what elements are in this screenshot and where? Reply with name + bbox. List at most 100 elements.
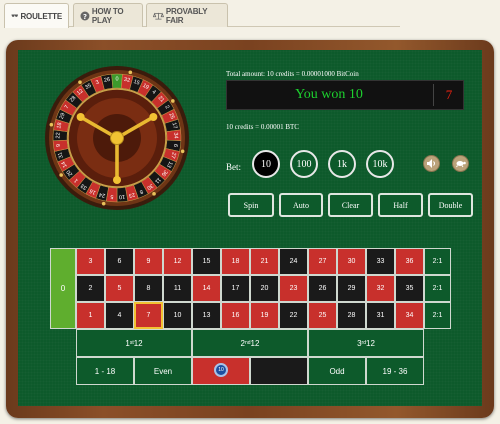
win-message: You won 10 xyxy=(295,87,363,102)
odd-bet[interactable]: Odd xyxy=(308,357,366,385)
bet-cell-2[interactable]: 2 xyxy=(76,275,105,302)
roulette-wheel: 0 32 15 19421225173462713361130823105241633… xyxy=(45,66,189,210)
bet-cell-27[interactable]: 27 xyxy=(308,248,337,275)
column-bet-2[interactable]: 2:1 xyxy=(424,275,451,302)
bet-cell-28[interactable]: 28 xyxy=(337,302,366,329)
half-button[interactable]: Half xyxy=(378,193,423,217)
bet-label: Bet: xyxy=(226,162,241,172)
bet-cell-4[interactable]: 4 xyxy=(105,302,134,329)
tab-roulette[interactable]: ROULETTE xyxy=(4,3,69,28)
bet-cell-35[interactable]: 35 xyxy=(395,275,424,302)
chip-10[interactable]: 10 xyxy=(252,150,280,178)
chip-100[interactable]: 100 xyxy=(290,150,318,178)
dozen-bet-2[interactable]: 2nd 12 xyxy=(192,329,308,357)
tab-bar: ROULETTE ? HOW TO PLAY PROVABLY FAIR xyxy=(0,0,500,28)
auto-button[interactable]: Auto xyxy=(279,193,323,217)
wheel-stud xyxy=(128,70,133,75)
chip-1k[interactable]: 1k xyxy=(328,150,356,178)
balance-scale-icon xyxy=(153,12,164,19)
wheel-number: 0 xyxy=(115,77,118,83)
red-bet[interactable]: 10 xyxy=(192,357,250,385)
bet-cell-31[interactable]: 31 xyxy=(366,302,395,329)
placed-chip: 10 xyxy=(214,363,228,377)
bet-cell-29[interactable]: 29 xyxy=(337,275,366,302)
bet-cell-24[interactable]: 24 xyxy=(279,248,308,275)
sound-button[interactable] xyxy=(423,155,440,172)
question-circle-icon: ? xyxy=(80,11,90,20)
bet-cell-17[interactable]: 17 xyxy=(221,275,250,302)
wheel-stud xyxy=(171,99,175,103)
even-bet[interactable]: Even xyxy=(134,357,192,385)
bet-cell-22[interactable]: 22 xyxy=(279,302,308,329)
speed-button[interactable] xyxy=(452,155,469,172)
wheel-stud xyxy=(152,192,156,196)
tab-label: PROVABLY FAIR xyxy=(165,6,208,25)
bet-cell-9[interactable]: 9 xyxy=(134,248,163,275)
turret-knob xyxy=(149,113,158,121)
wheel-number: 18 xyxy=(56,122,63,129)
roulette-board: 0 32 15 19 4 21 2 25 17 34 6 27 13 36 11 30 8 23 10 5 24 16 33… xyxy=(6,40,494,418)
bet-cell-19[interactable]: 19 xyxy=(250,302,279,329)
total-amount: Total amount: 10 credits = 0.00001000 Bi… xyxy=(226,70,359,78)
sunglasses-icon xyxy=(11,14,18,17)
bet-cell-14[interactable]: 14 xyxy=(192,275,221,302)
bet-cell-7[interactable]: 7 xyxy=(134,302,163,329)
bet-cell-36[interactable]: 36 xyxy=(395,248,424,275)
wheel-number: 32 xyxy=(123,77,130,84)
result-display: You won 10 7 xyxy=(226,80,464,110)
wheel-number: 22 xyxy=(55,132,61,138)
bet-cell-18[interactable]: 18 xyxy=(221,248,250,275)
tab-how-to-play[interactable]: ? HOW TO PLAY xyxy=(73,3,143,27)
chip-10k[interactable]: 10k xyxy=(366,150,394,178)
wheel-stud xyxy=(180,149,185,154)
bet-cell-30[interactable]: 30 xyxy=(337,248,366,275)
wheel-number: 34 xyxy=(172,132,178,138)
bet-cell-12[interactable]: 12 xyxy=(163,248,192,275)
bet-cell-6[interactable]: 6 xyxy=(105,248,134,275)
column-bet-3[interactable]: 2:1 xyxy=(424,302,451,329)
turret-knob xyxy=(76,113,85,121)
dozen-bet-1[interactable]: 1st 12 xyxy=(76,329,192,357)
bet-cell-25[interactable]: 25 xyxy=(308,302,337,329)
tab-provably-fair[interactable]: PROVABLY FAIR xyxy=(146,3,228,27)
wheel-stud xyxy=(49,122,54,127)
bet-cell-26[interactable]: 26 xyxy=(308,275,337,302)
bet-cell-10[interactable]: 10 xyxy=(163,302,192,329)
dozen-bet-3[interactable]: 3rd 12 xyxy=(308,329,424,357)
high-bet[interactable]: 19 - 36 xyxy=(366,357,424,385)
bet-cell-23[interactable]: 23 xyxy=(279,275,308,302)
credit-rate: 10 credits = 0.00001 BTC xyxy=(226,123,299,131)
bet-cell-1[interactable]: 1 xyxy=(76,302,105,329)
clear-button[interactable]: Clear xyxy=(328,193,373,217)
bet-cell-0[interactable]: 0 xyxy=(50,248,76,329)
bet-cell-21[interactable]: 21 xyxy=(250,248,279,275)
column-bet-1[interactable]: 2:1 xyxy=(424,248,451,275)
wheel-number: 5 xyxy=(110,193,114,199)
bet-cell-11[interactable]: 11 xyxy=(163,275,192,302)
tab-label: ROULETTE xyxy=(20,11,62,21)
double-button[interactable]: Double xyxy=(428,193,473,217)
spin-button[interactable]: Spin xyxy=(228,193,274,217)
tab-label: HOW TO PLAY xyxy=(91,6,124,25)
dozen-label: 12 xyxy=(366,338,375,348)
bet-cell-5[interactable]: 5 xyxy=(105,275,134,302)
bet-cell-3[interactable]: 3 xyxy=(76,248,105,275)
wheel-stud xyxy=(78,80,82,84)
wheel-number: 26 xyxy=(104,77,111,84)
svg-text:?: ? xyxy=(83,12,87,20)
bet-cell-20[interactable]: 20 xyxy=(250,275,279,302)
wheel-number: 17 xyxy=(171,122,178,129)
bet-cell-13[interactable]: 13 xyxy=(192,302,221,329)
speaker-icon xyxy=(427,159,435,168)
bet-cell-8[interactable]: 8 xyxy=(134,275,163,302)
dozen-label: 12 xyxy=(250,338,260,348)
wheel-number: 10 xyxy=(119,193,126,200)
bet-cell-34[interactable]: 34 xyxy=(395,302,424,329)
black-bet[interactable] xyxy=(250,357,308,385)
low-bet[interactable]: 1 - 18 xyxy=(76,357,134,385)
bet-cell-16[interactable]: 16 xyxy=(221,302,250,329)
bet-cell-15[interactable]: 15 xyxy=(192,248,221,275)
bet-cell-33[interactable]: 33 xyxy=(366,248,395,275)
bet-cell-32[interactable]: 32 xyxy=(366,275,395,302)
turret-hub xyxy=(110,131,124,145)
